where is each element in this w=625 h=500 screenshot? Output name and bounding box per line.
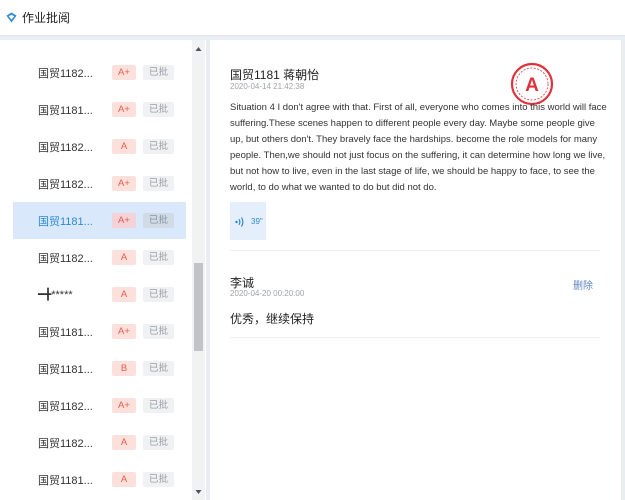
scroll-down-icon[interactable]: [194, 488, 203, 496]
divider: [230, 337, 600, 338]
student-name: 国贸1182...: [38, 141, 93, 154]
grade-badge: A+: [112, 176, 136, 191]
student-name: 国贸1181...: [38, 104, 93, 117]
student-list-item[interactable]: 国贸1182... A 已批: [13, 424, 186, 461]
grade-badge: A: [112, 472, 136, 487]
grade-badge: A: [112, 139, 136, 154]
student-name: 国贸1181...: [38, 215, 93, 228]
student-list-item[interactable]: 国贸1182... A+ 已批: [13, 165, 186, 202]
status-badge: 已批: [143, 398, 174, 413]
status-badge: 已批: [143, 324, 174, 339]
status-badge: 已批: [143, 472, 174, 487]
scrollbar-thumb[interactable]: [194, 263, 203, 351]
window-title: 作业批阅: [22, 11, 71, 25]
student-name: 国贸1182...: [38, 178, 93, 191]
student-name: 国贸1181...: [38, 326, 93, 339]
status-badge: 已批: [143, 213, 174, 228]
grade-badge: A+: [112, 324, 136, 339]
status-badge: 已批: [143, 102, 174, 117]
grade-badge: A: [112, 435, 136, 450]
status-badge: 已批: [143, 176, 174, 191]
student-list-item[interactable]: 国贸1182... A 已批: [13, 128, 186, 165]
student-name: 国贸1182...: [38, 437, 93, 450]
grade-badge: A: [112, 250, 136, 265]
submission-time: 2020-04-14 21:42:38: [230, 82, 305, 91]
comment-time: 2020-04-20 00:20:00: [230, 289, 305, 298]
window-edge: [621, 36, 625, 500]
title-bar: 作业批阅: [0, 0, 625, 36]
student-list-item[interactable]: 国贸1181... A+ 已批: [13, 91, 186, 128]
student-name: 国贸1182...: [38, 400, 93, 413]
grade-badge: A+: [112, 65, 136, 80]
comment-text: 优秀，继续保持: [230, 312, 315, 326]
scroll-up-icon[interactable]: [194, 45, 203, 53]
student-list-item[interactable]: ━╋***** A 已批: [13, 276, 186, 313]
audio-player[interactable]: 39": [230, 202, 266, 240]
grade-badge: A: [112, 287, 136, 302]
delete-comment-button[interactable]: 删除: [573, 277, 593, 292]
status-badge: 已批: [143, 65, 174, 80]
student-name: 国贸1182...: [38, 252, 93, 265]
audio-wave-icon: [235, 217, 244, 227]
grade-badge: A+: [112, 213, 136, 228]
app-logo-icon: [6, 12, 17, 23]
status-badge: 已批: [143, 435, 174, 450]
status-badge: 已批: [143, 139, 174, 154]
status-badge: 已批: [143, 287, 174, 302]
student-list-panel: 国贸1182... A+ 已批 国贸1181... A+ 已批 国贸1182... A 已批 国贸…: [0, 40, 206, 500]
status-badge: 已批: [143, 361, 174, 376]
status-badge: 已批: [143, 250, 174, 265]
student-list-item[interactable]: 国贸1182... A+ 已批: [13, 387, 186, 424]
student-name: 国贸1181...: [38, 474, 93, 487]
student-list-item[interactable]: 国贸1181... A 已批: [13, 461, 186, 498]
student-list: 国贸1182... A+ 已批 国贸1181... A+ 已批 国贸1182... A 已批 国贸…: [13, 54, 186, 498]
student-list-item[interactable]: 国贸1182... A+ 已批: [13, 54, 186, 91]
audio-duration: 39": [251, 217, 263, 226]
essay-text: Situation 4 I don't agree with that. Fir…: [230, 102, 607, 193]
submission-detail-panel: 国贸1181 蒋朝怡 2020-04-14 21:42:38 A Situati…: [210, 40, 621, 500]
grade-badge: A+: [112, 398, 136, 413]
student-name: 国贸1181...: [38, 363, 93, 376]
stamp-grade-label: A: [525, 75, 539, 96]
divider: [230, 250, 600, 251]
student-list-item[interactable]: 国贸1181... A+ 已批: [13, 202, 186, 239]
student-list-item[interactable]: 国贸1182... A 已批: [13, 239, 186, 276]
grade-badge: A+: [112, 102, 136, 117]
student-author: 国贸1181 蒋朝怡: [230, 68, 320, 82]
grade-badge: B: [112, 361, 136, 376]
student-list-item[interactable]: 国贸1181... A+ 已批: [13, 313, 186, 350]
student-name: ━╋*****: [38, 289, 73, 301]
student-name: 国贸1182...: [38, 67, 93, 80]
student-list-item[interactable]: 国贸1181... B 已批: [13, 350, 186, 387]
